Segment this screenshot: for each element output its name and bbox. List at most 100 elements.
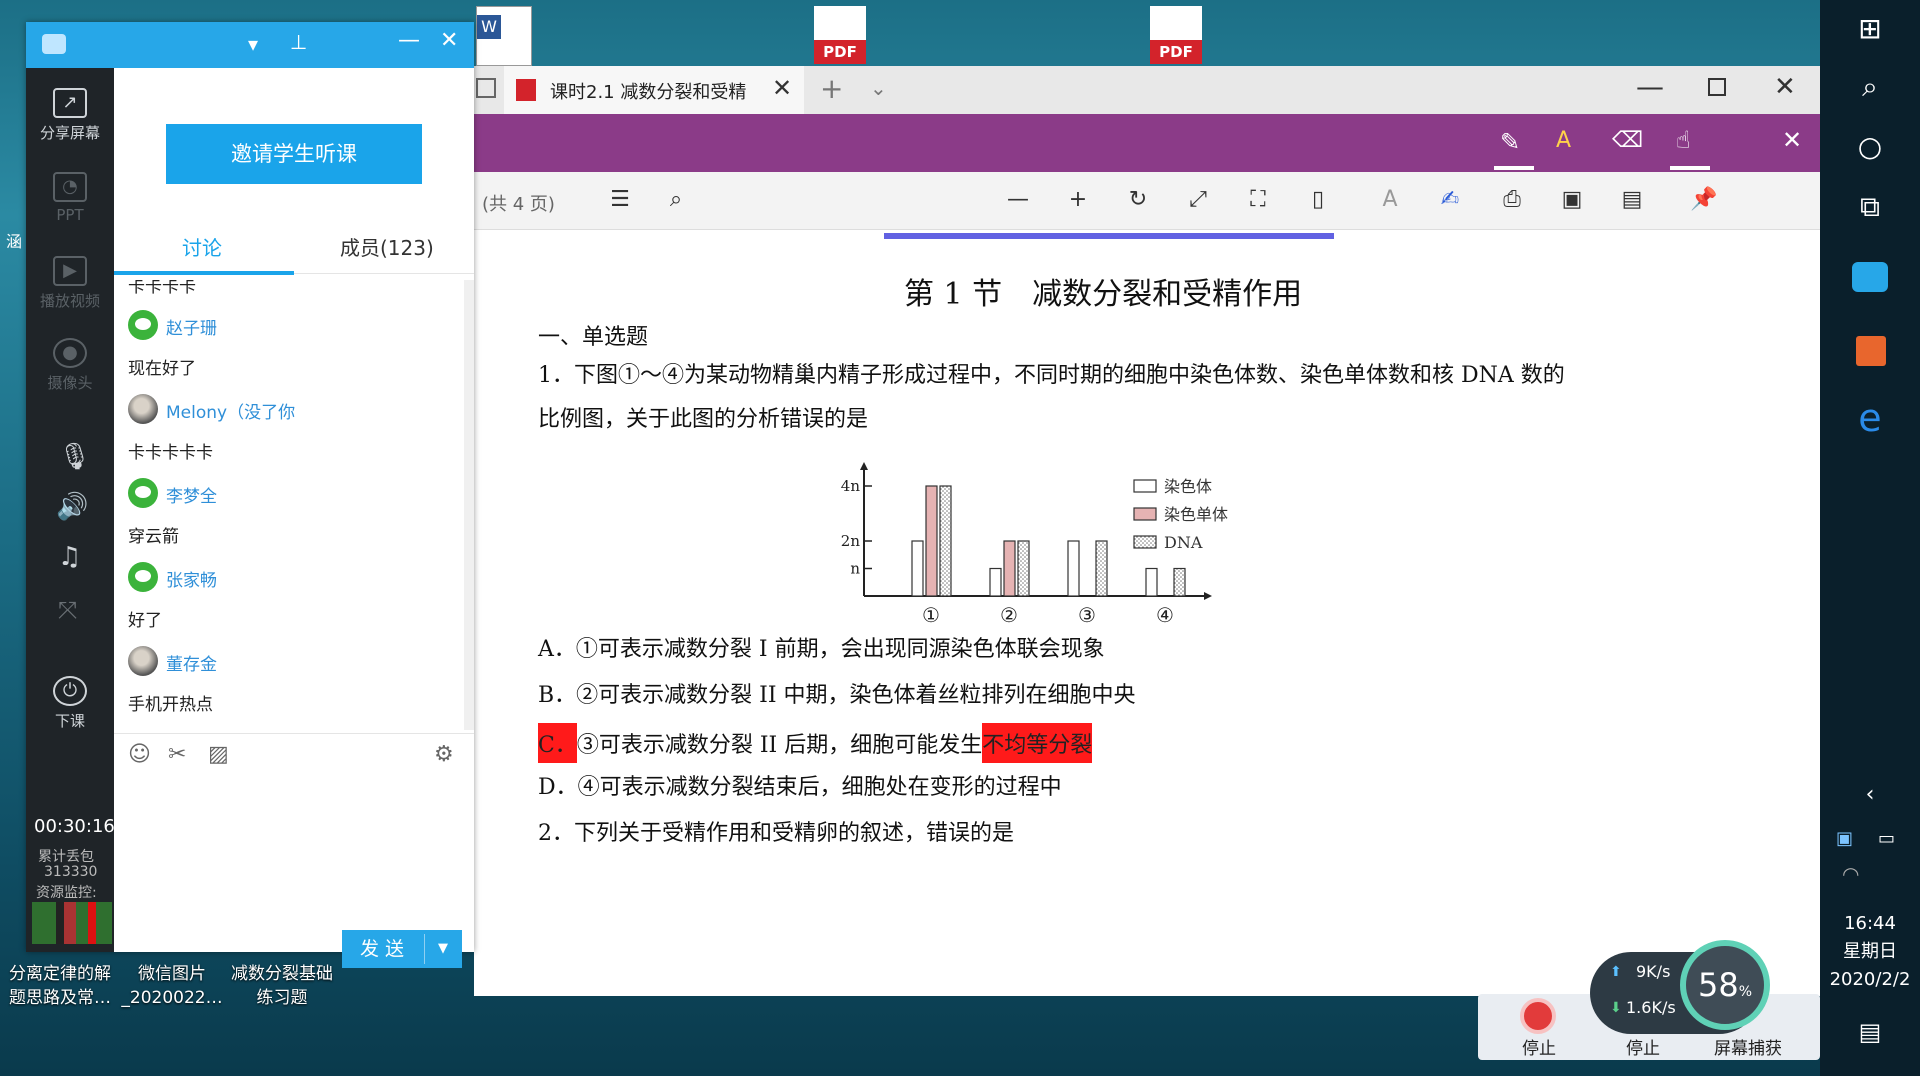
- touch-write-icon[interactable]: ☝: [1676, 126, 1691, 154]
- desktop-icon-label: 微信图片 _2020022…: [121, 964, 223, 1008]
- upload-speed: 9K/s: [1636, 962, 1671, 981]
- send-divider: [424, 934, 425, 964]
- close-icon[interactable]: ✕: [440, 28, 458, 53]
- wechat-avatar: [128, 562, 158, 592]
- desktop-icon[interactable]: 减数分裂基础 练习题: [222, 962, 342, 1010]
- play-video-button[interactable]: ▶ 播放视频: [26, 256, 114, 311]
- minimize-icon[interactable]: —: [1636, 70, 1664, 103]
- expand-icon[interactable]: ⤧: [58, 596, 77, 624]
- wifi-icon[interactable]: ◠: [1842, 862, 1859, 886]
- speaker-icon[interactable]: 🔊: [56, 492, 88, 522]
- new-tab-icon[interactable]: +: [820, 72, 843, 105]
- rotate-icon[interactable]: ↻: [1122, 184, 1154, 216]
- close-window-icon[interactable]: ✕: [1774, 72, 1796, 102]
- desktop-icon[interactable]: 微信图片 _2020022…: [112, 962, 232, 1010]
- y-tick-label: n: [850, 560, 860, 578]
- message-input[interactable]: [114, 780, 474, 920]
- music-icon[interactable]: ♫: [58, 542, 81, 572]
- page-view-icon[interactable]: ▯: [1302, 184, 1334, 216]
- message-text: 穿云箭: [128, 527, 179, 547]
- camera-icon: ●: [53, 338, 87, 368]
- pdf-tag: PDF: [1150, 40, 1202, 64]
- message-sender[interactable]: 董存金: [166, 650, 217, 675]
- chevron-down-icon[interactable]: ⌄: [870, 76, 887, 100]
- microphone-icon[interactable]: 🎙: [58, 442, 91, 472]
- message-sender[interactable]: 赵子珊: [166, 314, 217, 339]
- show-hidden-icons-icon[interactable]: ‹: [1820, 782, 1920, 807]
- memory-percent: 58: [1697, 966, 1739, 1004]
- desktop-icon[interactable]: 分离定律的解 题思路及常…: [0, 962, 120, 1010]
- bar: [989, 567, 1002, 597]
- highlighter-pen-icon[interactable]: ✎: [1500, 128, 1520, 156]
- text-highlight-icon[interactable]: A: [1556, 128, 1571, 153]
- send-options-icon[interactable]: ▼: [438, 930, 448, 968]
- battery-icon[interactable]: ▭: [1878, 828, 1895, 849]
- photo-avatar: [128, 646, 158, 676]
- zoom-in-icon[interactable]: +: [1062, 184, 1094, 216]
- notification-center-icon[interactable]: ▤: [1820, 1018, 1920, 1046]
- close-ink-icon[interactable]: ✕: [1782, 126, 1802, 154]
- read-aloud-icon[interactable]: A: [1374, 184, 1406, 216]
- tab-members[interactable]: 成员(123): [340, 232, 434, 261]
- minimize-icon[interactable]: —: [398, 28, 420, 53]
- camera-label: 摄像头: [47, 374, 93, 392]
- desktop-icon-label: 减数分裂基础 练习题: [231, 964, 333, 1008]
- legend-label: 染色体: [1164, 477, 1212, 496]
- scissors-icon[interactable]: ✂: [168, 742, 186, 767]
- end-class-button[interactable]: ⏻ 下课: [26, 676, 114, 731]
- maximize-icon[interactable]: [1708, 78, 1726, 96]
- desktop-file-thumb[interactable]: W: [476, 6, 532, 66]
- x-axis-arrow: [1204, 592, 1212, 600]
- memory-usage-ring[interactable]: 58%: [1680, 940, 1770, 1030]
- tab-list-icon[interactable]: [476, 78, 496, 98]
- eraser-icon[interactable]: ⌫: [1612, 128, 1643, 153]
- office-app-icon[interactable]: [1856, 336, 1886, 366]
- send-button[interactable]: 发 送: [360, 930, 404, 968]
- share-screen-button[interactable]: ↗ 分享屏幕: [26, 88, 114, 143]
- y-tick-label: 4n: [841, 477, 861, 495]
- contents-icon[interactable]: ☰: [604, 184, 636, 216]
- gear-icon[interactable]: ⚙: [434, 742, 454, 767]
- emoji-icon[interactable]: ☺: [128, 742, 151, 767]
- chat-scrollbar[interactable]: [464, 280, 474, 730]
- tray-app-icon[interactable]: ▣: [1836, 828, 1853, 849]
- image-icon[interactable]: ▨: [208, 742, 229, 767]
- close-tab-icon[interactable]: ✕: [772, 74, 792, 102]
- task-view-icon[interactable]: ⧉: [1820, 190, 1920, 224]
- search-icon[interactable]: ⌕: [660, 184, 692, 216]
- message-text: 卡卡卡卡卡: [128, 443, 213, 463]
- desktop-pdf-file[interactable]: PDF: [1150, 6, 1202, 64]
- tab-discussion[interactable]: 讨论: [182, 232, 222, 261]
- print-icon[interactable]: ⎙: [1496, 184, 1528, 216]
- message-sender[interactable]: 李梦全: [166, 482, 217, 507]
- message-sender[interactable]: 张家畅: [166, 566, 217, 591]
- pin-icon[interactable]: ⊥: [290, 30, 307, 54]
- message-sender[interactable]: Melony（没了你: [166, 398, 295, 423]
- y-axis-arrow: [860, 462, 868, 470]
- invite-students-button[interactable]: 邀请学生听课: [166, 124, 422, 184]
- zoom-out-icon[interactable]: —: [1002, 184, 1034, 216]
- clock-time[interactable]: 16:44: [1820, 910, 1920, 937]
- chevron-down-icon[interactable]: ▾: [248, 32, 258, 56]
- power-icon: ⏻: [53, 676, 87, 706]
- screen-capture-label: 屏幕捕获: [1714, 1039, 1782, 1059]
- document-tab[interactable]: 课时2.1 减数分裂和受精 ✕: [504, 66, 804, 114]
- ppt-button[interactable]: ◔ PPT: [26, 172, 114, 224]
- cortana-icon[interactable]: ○: [1820, 130, 1920, 163]
- pin-icon[interactable]: 📌: [1688, 184, 1720, 216]
- fit-page-icon[interactable]: ⤢: [1182, 184, 1214, 216]
- save-as-icon[interactable]: ▤: [1616, 184, 1648, 216]
- windows-start-icon[interactable]: ⊞: [1820, 12, 1920, 45]
- legend-swatch: [1133, 507, 1157, 521]
- desktop-pdf-file[interactable]: PDF: [814, 6, 866, 64]
- save-icon[interactable]: ▣: [1556, 184, 1588, 216]
- camera-button[interactable]: ● 摄像头: [26, 338, 114, 393]
- fullscreen-icon[interactable]: ⛶: [1242, 184, 1274, 216]
- search-icon[interactable]: ⌕: [1820, 70, 1920, 104]
- edge-browser-icon[interactable]: e: [1820, 396, 1920, 440]
- stop-record-icon[interactable]: [1520, 998, 1556, 1034]
- draw-icon[interactable]: ✍: [1434, 184, 1466, 216]
- desktop-icon-label: 分离定律的解 题思路及常…: [9, 964, 111, 1008]
- app-logo-icon: [42, 34, 66, 54]
- classroom-app-icon[interactable]: [1852, 262, 1888, 292]
